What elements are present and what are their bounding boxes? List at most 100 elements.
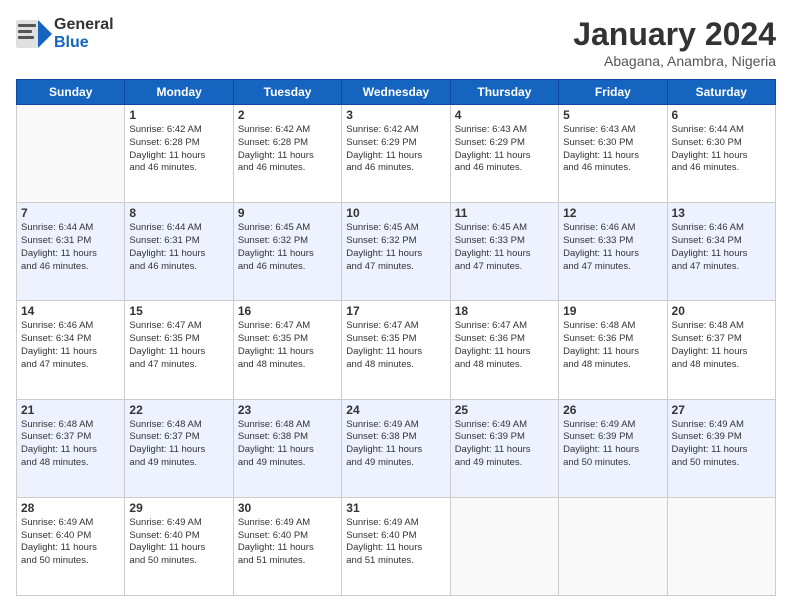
day-info: Sunrise: 6:48 AMSunset: 6:37 PMDaylight:… (21, 419, 120, 470)
table-row: 1 Sunrise: 6:42 AMSunset: 6:28 PMDaylight… (125, 105, 233, 203)
day-info: Sunrise: 6:44 AMSunset: 6:31 PMDaylight:… (129, 222, 228, 273)
day-number: 25 (455, 403, 554, 417)
day-info: Sunrise: 6:46 AMSunset: 6:34 PMDaylight:… (672, 222, 771, 273)
table-row: 3Sunrise: 6:42 AMSunset: 6:29 PMDaylight… (342, 105, 450, 203)
day-number: 7 (21, 206, 120, 220)
day-number: 30 (238, 501, 337, 515)
page: General Blue January 2024 Abagana, Anamb… (0, 0, 792, 612)
day-info: Sunrise: 6:48 AMSunset: 6:36 PMDaylight:… (563, 320, 662, 371)
table-row: 14 Sunrise: 6:46 AMSunset: 6:34 PMDayligh… (17, 301, 125, 399)
day-number: 14 (21, 304, 120, 318)
calendar-week-row: 28 Sunrise: 6:49 AMSunset: 6:40 PMDayligh… (17, 497, 776, 595)
day-info: Sunrise: 6:48 AMSunset: 6:37 PMDaylight:… (672, 320, 771, 371)
day-number: 2 (238, 108, 337, 122)
logo-blue: Blue (54, 34, 89, 51)
day-number: 27 (672, 403, 771, 417)
day-number: 20 (672, 304, 771, 318)
calendar-week-row: 7 Sunrise: 6:44 AMSunset: 6:31 PMDaylight… (17, 203, 776, 301)
day-number: 22 (129, 403, 228, 417)
day-number: 17 (346, 304, 445, 318)
table-row: 9Sunrise: 6:45 AMSunset: 6:32 PMDaylight… (233, 203, 341, 301)
day-info: Sunrise: 6:43 AMSunset: 6:30 PMDaylight:… (563, 124, 662, 175)
table-row: 29Sunrise: 6:49 AMSunset: 6:40 PMDayligh… (125, 497, 233, 595)
day-info: Sunrise: 6:49 AMSunset: 6:40 PMDaylight:… (238, 517, 337, 568)
day-number: 28 (21, 501, 120, 515)
calendar-table: Sunday Monday Tuesday Wednesday Thursday… (16, 79, 776, 596)
day-number: 24 (346, 403, 445, 417)
header-tuesday: Tuesday (233, 80, 341, 105)
day-number: 18 (455, 304, 554, 318)
day-number: 26 (563, 403, 662, 417)
table-row: 24 Sunrise: 6:49 AMSunset: 6:38 PMDayligh… (342, 399, 450, 497)
day-info: Sunrise: 6:49 AMSunset: 6:39 PMDaylight:… (455, 419, 554, 470)
table-row (450, 497, 558, 595)
day-info: Sunrise: 6:47 AMSunset: 6:35 PMDaylight:… (346, 320, 445, 371)
day-info: Sunrise: 6:44 AMSunset: 6:30 PMDaylight:… (672, 124, 771, 175)
table-row (667, 497, 775, 595)
table-row: 13 Sunrise: 6:46 AMSunset: 6:34 PMDayligh… (667, 203, 775, 301)
day-info: Sunrise: 6:47 AMSunset: 6:35 PMDaylight:… (238, 320, 337, 371)
month-title: January 2024 (573, 16, 776, 53)
day-number: 31 (346, 501, 445, 515)
table-row: 27 Sunrise: 6:49 AMSunset: 6:39 PMDayligh… (667, 399, 775, 497)
logo-icon (16, 20, 52, 48)
table-row: 23 Sunrise: 6:48 AMSunset: 6:38 PMDayligh… (233, 399, 341, 497)
day-info: Sunrise: 6:45 AMSunset: 6:33 PMDaylight:… (455, 222, 554, 273)
day-info: Sunrise: 6:44 AMSunset: 6:31 PMDaylight:… (21, 222, 120, 273)
day-info: Sunrise: 6:49 AMSunset: 6:40 PMDaylight:… (346, 517, 445, 568)
day-info: Sunrise: 6:48 AMSunset: 6:37 PMDaylight:… (129, 419, 228, 470)
day-number: 11 (455, 206, 554, 220)
day-number: 3 (346, 108, 445, 122)
day-number: 23 (238, 403, 337, 417)
day-number: 19 (563, 304, 662, 318)
table-row (559, 497, 667, 595)
day-number: 12 (563, 206, 662, 220)
table-row: 16 Sunrise: 6:47 AMSunset: 6:35 PMDayligh… (233, 301, 341, 399)
header-saturday: Saturday (667, 80, 775, 105)
table-row: 7 Sunrise: 6:44 AMSunset: 6:31 PMDaylight… (17, 203, 125, 301)
table-row: 15 Sunrise: 6:47 AMSunset: 6:35 PMDayligh… (125, 301, 233, 399)
day-info: Sunrise: 6:49 AMSunset: 6:39 PMDaylight:… (672, 419, 771, 470)
day-info: Sunrise: 6:47 AMSunset: 6:35 PMDaylight:… (129, 320, 228, 371)
header: General Blue January 2024 Abagana, Anamb… (16, 16, 776, 69)
day-info: Sunrise: 6:47 AMSunset: 6:36 PMDaylight:… (455, 320, 554, 371)
header-wednesday: Wednesday (342, 80, 450, 105)
day-number: 4 (455, 108, 554, 122)
table-row: 10Sunrise: 6:45 AMSunset: 6:32 PMDayligh… (342, 203, 450, 301)
calendar-header-row: Sunday Monday Tuesday Wednesday Thursday… (17, 80, 776, 105)
day-info: Sunrise: 6:42 AMSunset: 6:28 PMDaylight:… (238, 124, 337, 175)
day-info: Sunrise: 6:48 AMSunset: 6:38 PMDaylight:… (238, 419, 337, 470)
table-row: 25 Sunrise: 6:49 AMSunset: 6:39 PMDayligh… (450, 399, 558, 497)
day-info: Sunrise: 6:49 AMSunset: 6:38 PMDaylight:… (346, 419, 445, 470)
day-info: Sunrise: 6:46 AMSunset: 6:33 PMDaylight:… (563, 222, 662, 273)
header-thursday: Thursday (450, 80, 558, 105)
title-area: January 2024 Abagana, Anambra, Nigeria (573, 16, 776, 69)
day-number: 29 (129, 501, 228, 515)
day-number: 16 (238, 304, 337, 318)
day-info: Sunrise: 6:49 AMSunset: 6:40 PMDaylight:… (21, 517, 120, 568)
header-monday: Monday (125, 80, 233, 105)
table-row: 19 Sunrise: 6:48 AMSunset: 6:36 PMDayligh… (559, 301, 667, 399)
table-row: 18 Sunrise: 6:47 AMSunset: 6:36 PMDayligh… (450, 301, 558, 399)
table-row: 6 Sunrise: 6:44 AMSunset: 6:30 PMDaylight… (667, 105, 775, 203)
table-row: 4 Sunrise: 6:43 AMSunset: 6:29 PMDaylight… (450, 105, 558, 203)
day-number: 15 (129, 304, 228, 318)
day-number: 9 (238, 206, 337, 220)
table-row: 12 Sunrise: 6:46 AMSunset: 6:33 PMDayligh… (559, 203, 667, 301)
table-row: 11 Sunrise: 6:45 AMSunset: 6:33 PMDayligh… (450, 203, 558, 301)
table-row: 8 Sunrise: 6:44 AMSunset: 6:31 PMDaylight… (125, 203, 233, 301)
day-info: Sunrise: 6:42 AMSunset: 6:28 PMDaylight:… (129, 124, 228, 175)
location: Abagana, Anambra, Nigeria (573, 53, 776, 69)
table-row: 5Sunrise: 6:43 AMSunset: 6:30 PMDaylight… (559, 105, 667, 203)
calendar-week-row: 14 Sunrise: 6:46 AMSunset: 6:34 PMDayligh… (17, 301, 776, 399)
day-number: 8 (129, 206, 228, 220)
day-info: Sunrise: 6:46 AMSunset: 6:34 PMDaylight:… (21, 320, 120, 371)
table-row: 21Sunrise: 6:48 AMSunset: 6:37 PMDayligh… (17, 399, 125, 497)
table-row: 26Sunrise: 6:49 AMSunset: 6:39 PMDayligh… (559, 399, 667, 497)
day-number: 1 (129, 108, 228, 122)
day-number: 13 (672, 206, 771, 220)
table-row: 17 Sunrise: 6:47 AMSunset: 6:35 PMDayligh… (342, 301, 450, 399)
day-info: Sunrise: 6:43 AMSunset: 6:29 PMDaylight:… (455, 124, 554, 175)
table-row: 20 Sunrise: 6:48 AMSunset: 6:37 PMDayligh… (667, 301, 775, 399)
day-number: 6 (672, 108, 771, 122)
